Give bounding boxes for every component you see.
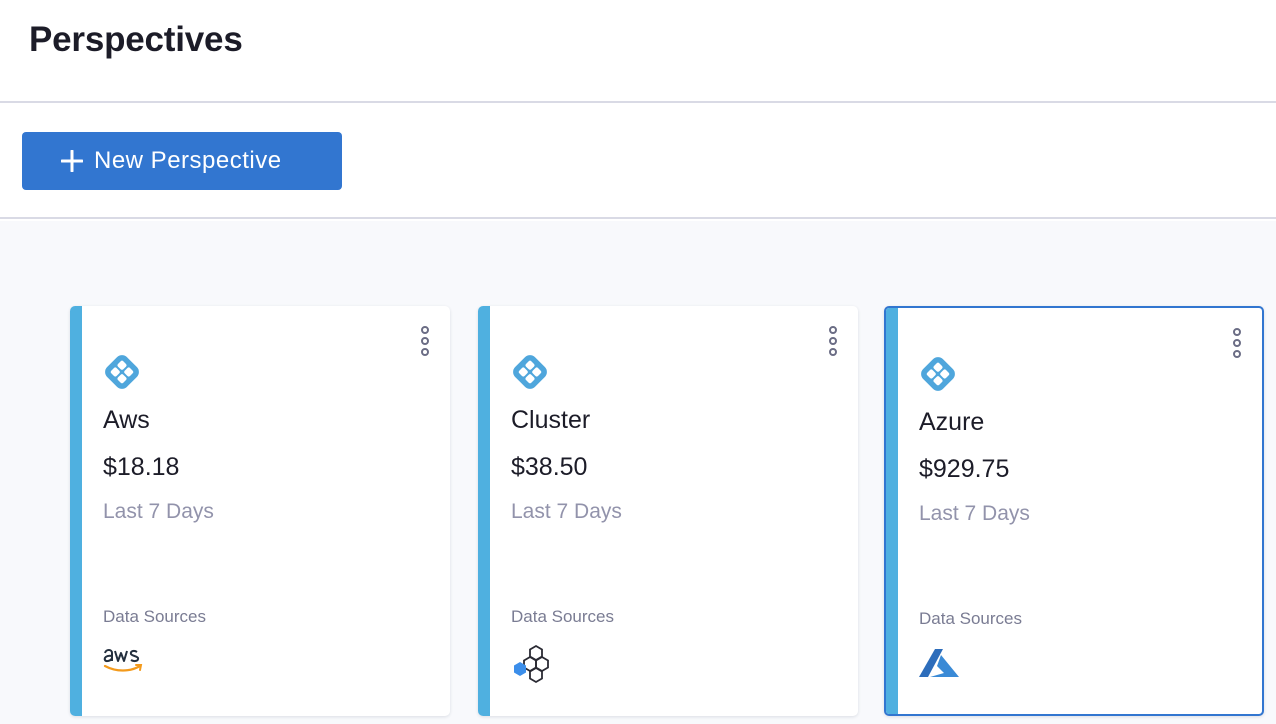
card-name: Aws [103,406,150,434]
card-period: Last 7 Days [103,500,214,523]
data-sources-label: Data Sources [103,607,206,626]
card-accent-bar [478,306,490,716]
card-name: Cluster [511,406,591,434]
card-cost: $929.75 [919,455,1010,483]
new-perspective-label: New Perspective [94,147,282,174]
perspective-icon [513,355,547,389]
card-period: Last 7 Days [511,500,622,523]
azure-logo-icon [919,649,959,677]
new-perspective-button[interactable]: New Perspective [22,132,342,190]
page-header: Perspectives [0,0,1276,103]
perspectives-grid: Aws $18.18 Last 7 Days Data Sources Clus… [0,221,1276,724]
page-title: Perspectives [29,20,243,59]
more-options-icon[interactable] [826,326,840,356]
more-options-icon[interactable] [418,326,432,356]
data-sources-label: Data Sources [919,609,1022,628]
perspective-card-cluster[interactable]: Cluster $38.50 Last 7 Days Data Sources [478,306,858,716]
plus-icon [61,150,83,172]
cluster-hexagon-icon [514,644,549,684]
card-name: Azure [919,408,985,436]
perspective-icon [105,355,139,389]
card-cost: $18.18 [103,453,180,481]
perspective-icon [921,357,955,391]
card-accent-bar [70,306,82,716]
perspective-card-aws[interactable]: Aws $18.18 Last 7 Days Data Sources [70,306,450,716]
more-options-icon[interactable] [1230,328,1244,358]
card-cost: $38.50 [511,453,588,481]
aws-logo-icon [103,649,143,672]
card-accent-bar [886,308,898,714]
card-period: Last 7 Days [919,502,1030,525]
perspective-card-azure[interactable]: Azure $929.75 Last 7 Days Data Sources [884,306,1264,716]
toolbar: New Perspective [0,103,1276,219]
data-sources-label: Data Sources [511,607,614,626]
